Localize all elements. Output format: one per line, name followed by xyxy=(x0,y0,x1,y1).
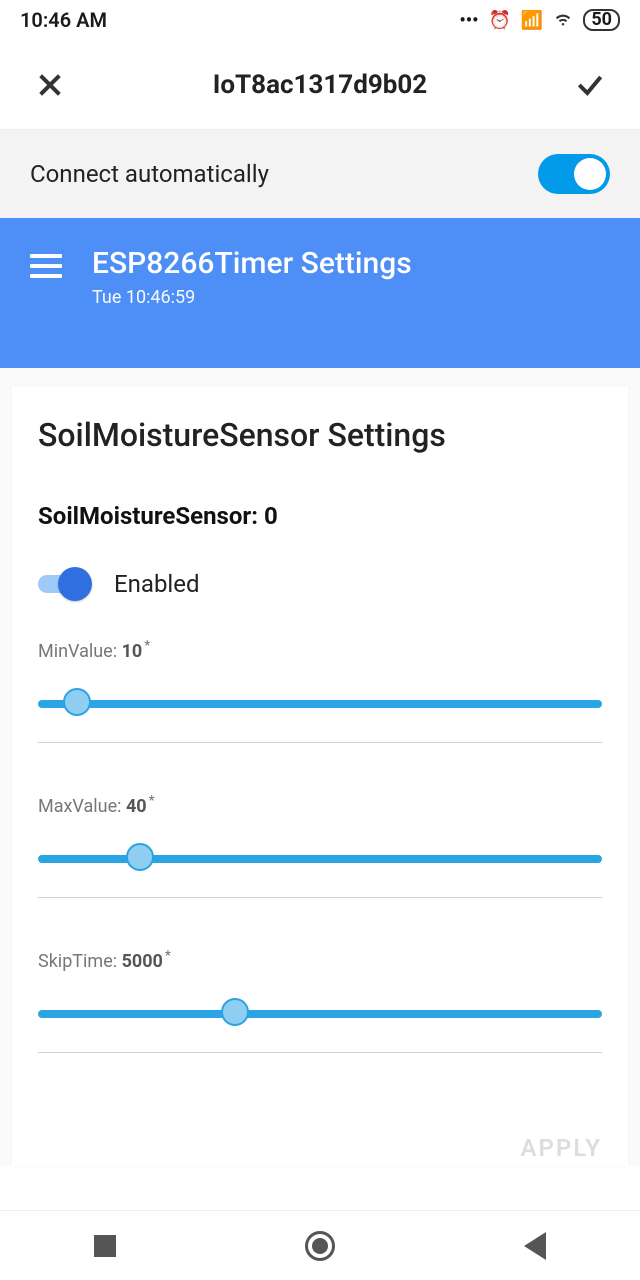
slider-thumb[interactable] xyxy=(221,998,249,1026)
appbar-titles: ESP8266Timer Settings Tue 10:46:59 xyxy=(92,246,412,308)
close-button[interactable] xyxy=(30,65,70,105)
close-icon xyxy=(34,69,66,101)
slider-skiptime: SkipTime: 5000* xyxy=(38,948,602,1053)
home-button[interactable] xyxy=(305,1231,335,1261)
slider-thumb[interactable] xyxy=(126,843,154,871)
divider xyxy=(38,1052,602,1053)
alarm-icon: ⏰ xyxy=(489,10,511,31)
check-icon xyxy=(574,69,606,101)
apply-button[interactable]: APPLY xyxy=(521,1134,603,1162)
enabled-row: Enabled xyxy=(38,570,602,598)
card-subheading: SoilMoistureSensor: 0 xyxy=(38,502,602,530)
connect-automatically-row: Connect automatically xyxy=(0,130,640,218)
menu-button[interactable] xyxy=(30,254,62,278)
confirm-button[interactable] xyxy=(570,65,610,105)
battery-indicator: 50 xyxy=(583,9,620,31)
appbar-subtitle: Tue 10:46:59 xyxy=(92,287,412,308)
hamburger-icon xyxy=(30,254,62,258)
slider-track[interactable] xyxy=(38,851,602,863)
signal-icon: 📶 xyxy=(521,10,543,31)
android-nav-bar xyxy=(0,1210,640,1280)
slider-label: MinValue: 10* xyxy=(38,638,602,662)
wifi-icon xyxy=(553,8,573,33)
connect-automatically-label: Connect automatically xyxy=(30,160,269,188)
divider xyxy=(38,742,602,743)
slider-thumb[interactable] xyxy=(63,688,91,716)
ssid-title: IoT8ac1317d9b02 xyxy=(213,70,427,100)
slider-maxvalue: MaxValue: 40* xyxy=(38,793,602,898)
card-heading: SoilMoistureSensor Settings xyxy=(38,416,602,454)
enabled-switch[interactable] xyxy=(38,575,86,593)
back-button[interactable] xyxy=(524,1232,546,1260)
more-icon: ••• xyxy=(459,10,478,31)
recent-apps-button[interactable] xyxy=(94,1235,116,1257)
connect-automatically-toggle[interactable] xyxy=(538,154,610,194)
appbar-title: ESP8266Timer Settings xyxy=(92,246,412,281)
enabled-label: Enabled xyxy=(114,570,200,598)
slider-track[interactable] xyxy=(38,696,602,708)
divider xyxy=(38,897,602,898)
settings-card: SoilMoistureSensor Settings SoilMoisture… xyxy=(12,386,628,1166)
content-area: SoilMoistureSensor Settings SoilMoisture… xyxy=(0,368,640,1166)
toggle-knob xyxy=(574,158,606,190)
switch-thumb xyxy=(58,567,92,601)
status-time: 10:46 AM xyxy=(20,8,107,32)
ssid-header: IoT8ac1317d9b02 xyxy=(0,40,640,130)
android-status-bar: 10:46 AM ••• ⏰ 📶 50 xyxy=(0,0,640,40)
slider-label: MaxValue: 40* xyxy=(38,793,602,817)
status-right: ••• ⏰ 📶 50 xyxy=(459,8,620,33)
slider-minvalue: MinValue: 10* xyxy=(38,638,602,743)
slider-label: SkipTime: 5000* xyxy=(38,948,602,972)
app-bar: ESP8266Timer Settings Tue 10:46:59 xyxy=(0,218,640,368)
slider-track[interactable] xyxy=(38,1006,602,1018)
